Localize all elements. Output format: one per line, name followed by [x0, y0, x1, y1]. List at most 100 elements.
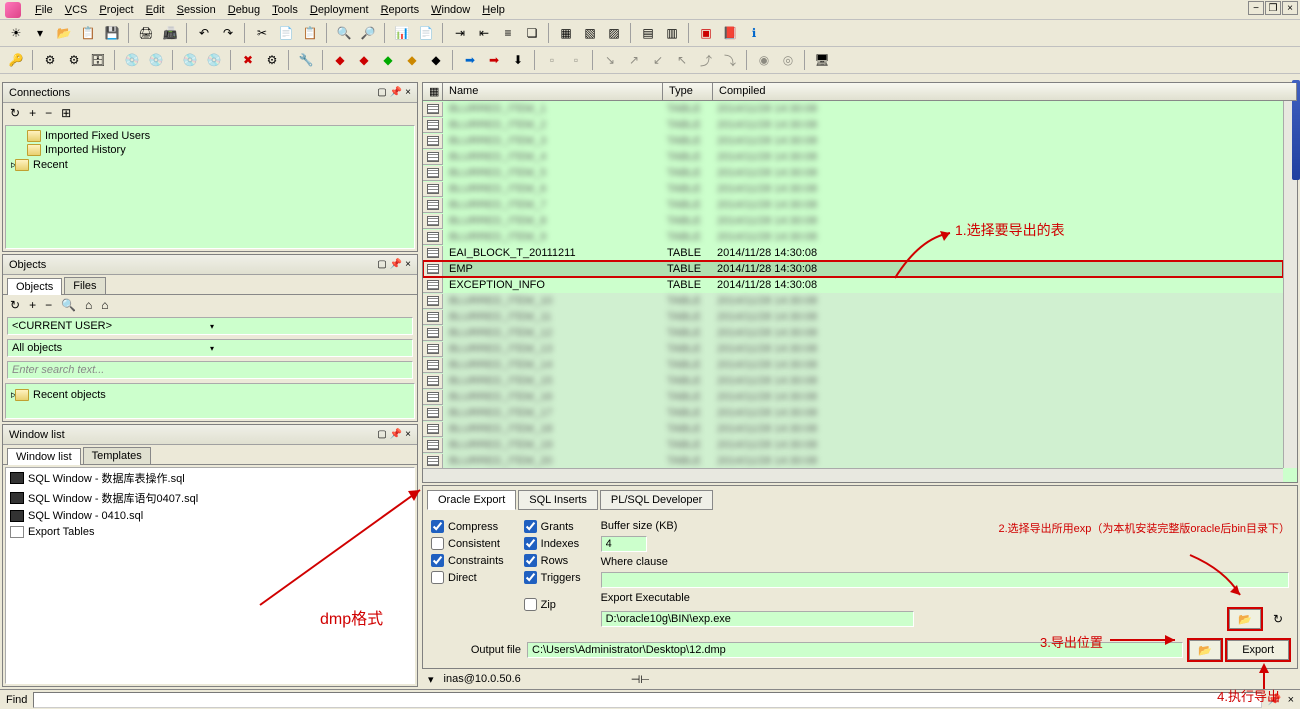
window-list[interactable]: SQL Window - 数据库表操作.sqlSQL Window - 数据库语… — [5, 467, 415, 684]
table-row[interactable]: BLURRED_ITEM_3TABLE2014/11/28 14:30:08 — [423, 133, 1283, 149]
open-icon[interactable]: 📂 — [53, 22, 75, 44]
tab-templates[interactable]: Templates — [83, 447, 151, 464]
save-icon[interactable]: 📋 — [77, 22, 99, 44]
menu-item-debug[interactable]: Debug — [222, 2, 266, 18]
cut-icon[interactable]: ✂ — [251, 22, 273, 44]
gear2-icon[interactable]: ⚙ — [63, 49, 85, 71]
horizontal-scrollbar[interactable] — [423, 468, 1283, 482]
outdent-icon[interactable]: ⇤ — [473, 22, 495, 44]
table-row[interactable]: BLURRED_ITEM_7TABLE2014/11/28 14:30:08 — [423, 197, 1283, 213]
step3-icon[interactable]: ↙ — [647, 49, 669, 71]
minimize-button[interactable]: − — [1248, 1, 1264, 15]
new-icon[interactable]: ☀ — [5, 22, 27, 44]
step2-icon[interactable]: ↗ — [623, 49, 645, 71]
arrow-down-icon[interactable]: ⬇ — [507, 49, 529, 71]
panel-dock-icon[interactable]: ▢ — [377, 429, 386, 440]
grid1-icon[interactable]: ▤ — [637, 22, 659, 44]
connections-tree[interactable]: Imported Fixed Users Imported History ▹R… — [5, 125, 415, 249]
table-row[interactable]: BLURRED_ITEM_11TABLE2014/11/28 14:30:08 — [423, 309, 1283, 325]
export-button[interactable]: Export — [1227, 640, 1289, 660]
table-row[interactable]: BLURRED_ITEM_12TABLE2014/11/28 14:30:08 — [423, 325, 1283, 341]
sql-icon[interactable]: ▣ — [695, 22, 717, 44]
tab-objects[interactable]: Objects — [7, 278, 62, 295]
check-rows[interactable]: Rows — [524, 554, 581, 567]
minus-icon[interactable]: − — [42, 297, 55, 313]
printer-icon[interactable]: 📠 — [159, 22, 181, 44]
list-item[interactable]: Export Tables — [6, 524, 414, 540]
setting-icon[interactable]: ⚙ — [261, 49, 283, 71]
table-row[interactable]: BLURRED_ITEM_1TABLE2014/11/28 14:30:08 — [423, 101, 1283, 117]
grid-header-compiled[interactable]: Compiled — [713, 83, 1297, 100]
panel-pin-icon[interactable]: 📌 — [390, 87, 402, 98]
help-icon[interactable]: ℹ — [743, 22, 765, 44]
panel-dock-icon[interactable]: ▢ — [377, 259, 386, 270]
comment-icon[interactable]: ❏ — [521, 22, 543, 44]
explain-icon[interactable]: 📊 — [391, 22, 413, 44]
restore-button[interactable]: ❐ — [1265, 1, 1281, 15]
table-row[interactable]: BLURRED_ITEM_20TABLE2014/11/28 14:30:08 — [423, 453, 1283, 468]
table-row[interactable]: BLURRED_ITEM_13TABLE2014/11/28 14:30:08 — [423, 341, 1283, 357]
disk3-icon[interactable]: 💿 — [179, 49, 201, 71]
copy-icon[interactable]: 📄 — [275, 22, 297, 44]
break1-icon[interactable]: ◉ — [753, 49, 775, 71]
list-item[interactable]: SQL Window - 数据库表操作.sql — [6, 468, 414, 488]
break2-icon[interactable]: ◎ — [777, 49, 799, 71]
window2-icon[interactable]: ▧ — [579, 22, 601, 44]
table-row[interactable]: BLURRED_ITEM_14TABLE2014/11/28 14:30:08 — [423, 357, 1283, 373]
panel-close-icon[interactable]: × — [405, 429, 411, 440]
arrow-right2-icon[interactable]: ➡ — [483, 49, 505, 71]
exec-refresh-icon[interactable]: ↻ — [1267, 608, 1289, 630]
play2-icon[interactable]: ◆ — [377, 49, 399, 71]
tab-oracle-export[interactable]: Oracle Export — [427, 490, 516, 510]
db-icon[interactable]: 🗄 — [87, 49, 109, 71]
where-input[interactable] — [601, 572, 1289, 588]
output-input[interactable] — [527, 642, 1183, 658]
check-constraints[interactable]: Constraints — [431, 554, 504, 567]
status-pin-icon[interactable]: ⊣⊢ — [631, 673, 650, 686]
rec-icon[interactable]: ◆ — [353, 49, 375, 71]
disk4-icon[interactable]: 💿 — [203, 49, 225, 71]
list-item[interactable]: SQL Window - 0410.sql — [6, 508, 414, 524]
grid-header-type[interactable]: Type — [663, 83, 713, 100]
panel-pin-icon[interactable]: 📌 — [390, 429, 402, 440]
grid2-icon[interactable]: ▥ — [661, 22, 683, 44]
menu-item-window[interactable]: Window — [425, 2, 476, 18]
check-grants[interactable]: Grants — [524, 520, 581, 533]
output-browse-button[interactable]: 📂 — [1189, 640, 1221, 660]
menu-item-tools[interactable]: Tools — [266, 2, 304, 18]
table-row[interactable]: BLURRED_ITEM_19TABLE2014/11/28 14:30:08 — [423, 437, 1283, 453]
objects-dropdown[interactable]: All objects▾ — [7, 339, 413, 357]
gear-icon[interactable]: ⚙ — [39, 49, 61, 71]
check-indexes[interactable]: Indexes — [524, 537, 581, 550]
menu-item-reports[interactable]: Reports — [375, 2, 426, 18]
debug2-icon[interactable]: ▫ — [565, 49, 587, 71]
undo-icon[interactable]: ↶ — [193, 22, 215, 44]
table-row[interactable]: BLURRED_ITEM_17TABLE2014/11/28 14:30:08 — [423, 405, 1283, 421]
refresh-icon[interactable]: ↻ — [7, 297, 23, 313]
table-row[interactable]: EAI_BLOCK_T_20111211TABLE2014/11/28 14:3… — [423, 245, 1283, 261]
find-icon[interactable]: 🔍 — [333, 22, 355, 44]
disk2-icon[interactable]: 💿 — [145, 49, 167, 71]
disk1-icon[interactable]: 💿 — [121, 49, 143, 71]
debug1-icon[interactable]: ▫ — [541, 49, 563, 71]
check-triggers[interactable]: Triggers — [524, 571, 581, 584]
table-row[interactable]: BLURRED_ITEM_16TABLE2014/11/28 14:30:08 — [423, 389, 1283, 405]
grid-header-icon[interactable]: ▦ — [423, 83, 443, 100]
table-row[interactable]: EXCEPTION_INFOTABLE2014/11/28 14:30:08 — [423, 277, 1283, 293]
format-icon[interactable]: ≡ — [497, 22, 519, 44]
menu-item-help[interactable]: Help — [476, 2, 511, 18]
plus-icon[interactable]: + — [26, 105, 39, 121]
table-row[interactable]: BLURRED_ITEM_5TABLE2014/11/28 14:30:08 — [423, 165, 1283, 181]
menu-item-deployment[interactable]: Deployment — [304, 2, 375, 18]
grid-header-name[interactable]: Name — [443, 83, 663, 100]
paste-icon[interactable]: 📋 — [299, 22, 321, 44]
table-row[interactable]: BLURRED_ITEM_10TABLE2014/11/28 14:30:08 — [423, 293, 1283, 309]
doc-icon[interactable]: 📄 — [415, 22, 437, 44]
find-icon[interactable]: 🔍 — [58, 297, 79, 313]
check-zip[interactable]: Zip — [524, 598, 581, 611]
find-input[interactable] — [33, 692, 1261, 708]
step5-icon[interactable]: ⤴ — [695, 49, 717, 71]
table-row[interactable]: BLURRED_ITEM_15TABLE2014/11/28 14:30:08 — [423, 373, 1283, 389]
close-button[interactable]: × — [1282, 1, 1298, 15]
panel-pin-icon[interactable]: 📌 — [390, 259, 402, 270]
